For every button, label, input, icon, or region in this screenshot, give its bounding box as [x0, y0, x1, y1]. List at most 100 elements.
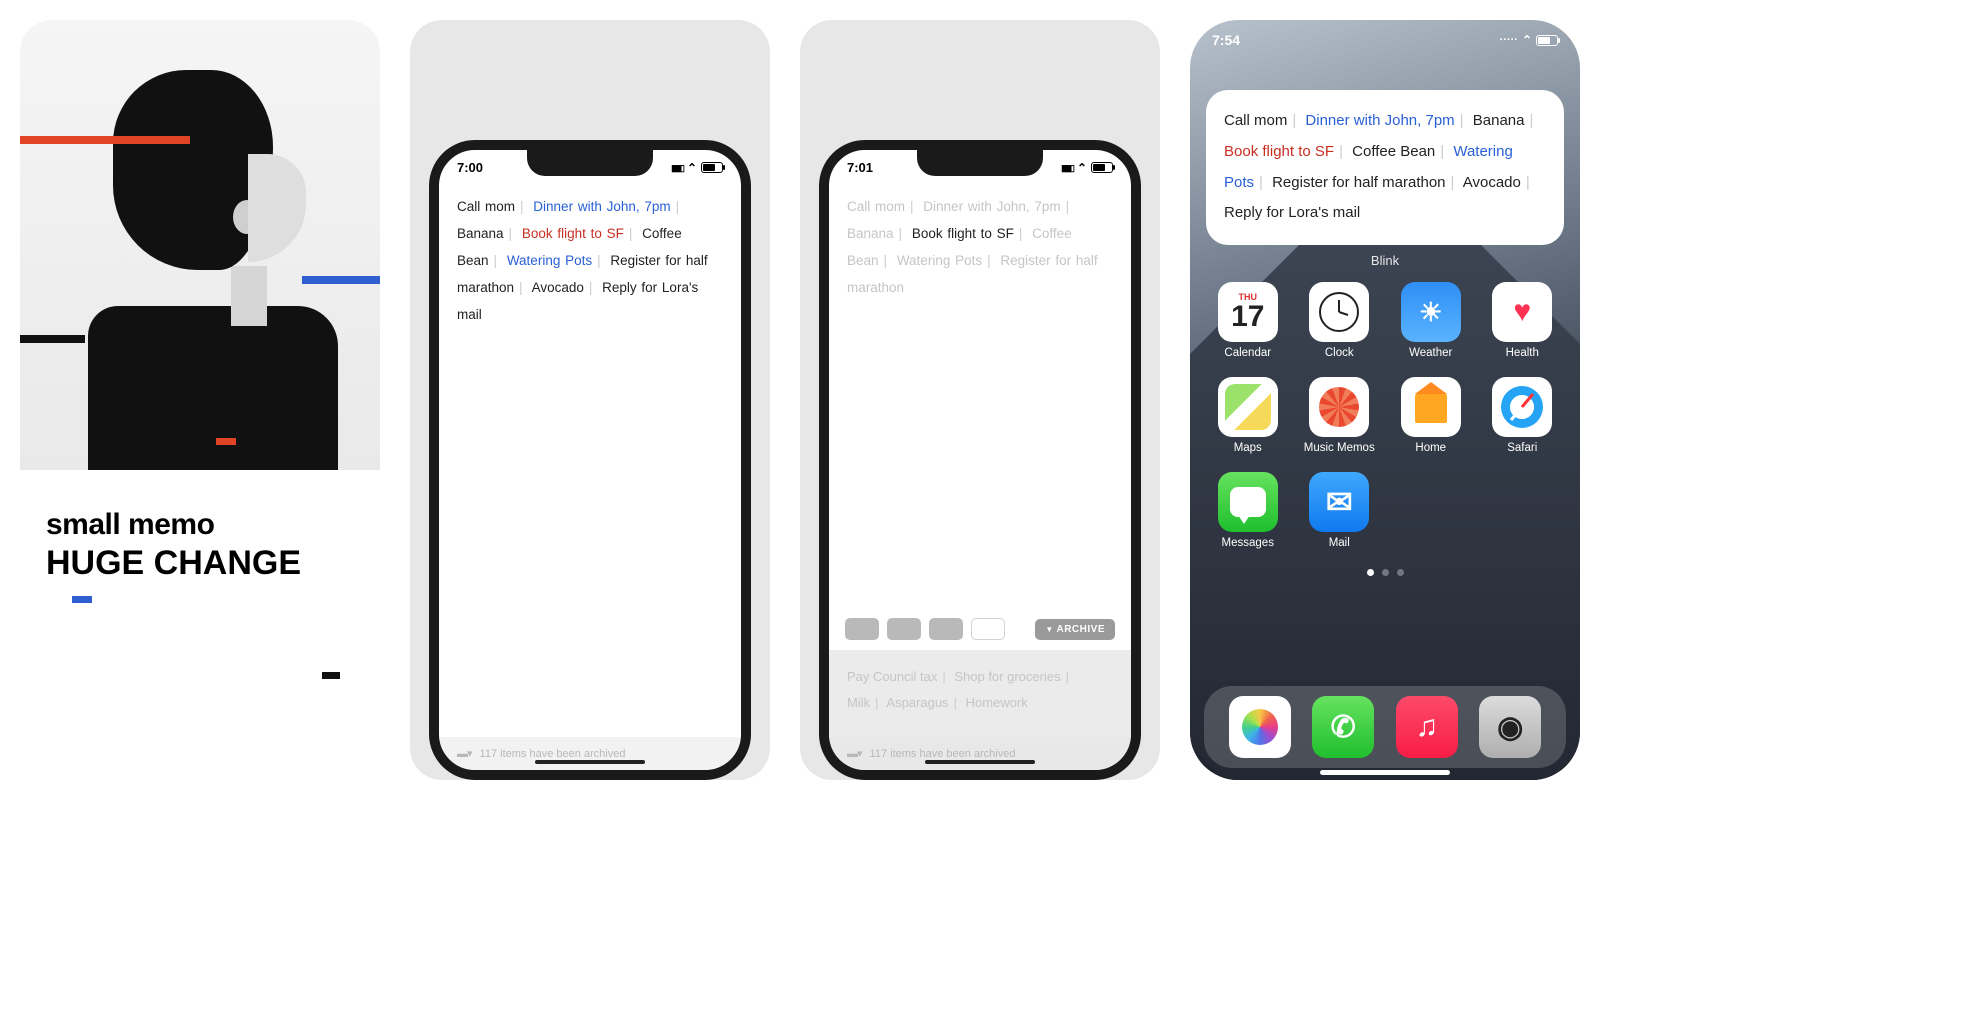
app-grid: THU17 Calendar Clock ☀︎ Weather ♥ Health…	[1190, 268, 1580, 549]
memo-item[interactable]: Milk	[847, 695, 870, 710]
app-messages[interactable]: Messages	[1208, 472, 1288, 549]
blink-widget[interactable]: Call mom| Dinner with John, 7pm| Banana|…	[1206, 90, 1564, 245]
app-label: Clock	[1325, 347, 1354, 359]
page-dot	[1367, 569, 1374, 576]
safari-icon	[1492, 377, 1552, 437]
clock-icon	[1309, 282, 1369, 342]
phone-notch	[527, 150, 653, 176]
health-icon: ♥	[1492, 282, 1552, 342]
home-icon	[1401, 377, 1461, 437]
memo-list[interactable]: Call mom| Dinner with John, 7pm| Banana|…	[439, 175, 741, 328]
memo-item[interactable]: Banana	[457, 226, 504, 241]
cellular-icon	[671, 162, 683, 174]
messages-icon	[1218, 472, 1278, 532]
archived-items: Pay Council tax| Shop for groceries| Mil…	[847, 664, 1113, 716]
home-indicator[interactable]	[1320, 770, 1450, 775]
app-home[interactable]: Home	[1391, 377, 1471, 454]
dock-camera[interactable]: ◉	[1479, 696, 1541, 758]
app-mail[interactable]: ✉︎ Mail	[1300, 472, 1380, 549]
app-weather[interactable]: ☀︎ Weather	[1391, 282, 1471, 359]
archive-footer-icon: ▬▾	[847, 747, 862, 760]
promo-line2: HUGE CHANGE	[46, 544, 354, 583]
accent-stripe-orange	[20, 136, 190, 144]
promo-line1: small memo	[46, 508, 354, 542]
memo-item[interactable]: Asparagus	[886, 695, 948, 710]
accent-stripe-blue	[302, 276, 380, 284]
app-label: Health	[1506, 347, 1539, 359]
dock: ✆ ♫ ◉	[1204, 686, 1566, 768]
status-time: 7:54	[1212, 32, 1240, 48]
memo-item[interactable]: Call mom	[1224, 112, 1287, 129]
page-indicator[interactable]	[1190, 569, 1580, 576]
memo-item[interactable]: Homework	[966, 695, 1028, 710]
cellular-icon	[1061, 162, 1073, 174]
status-bar: 7:54 ····· ⌃	[1190, 20, 1580, 48]
archive-toolbar: ARCHIVE	[829, 618, 1131, 640]
memo-item[interactable]: Dinner with John, 7pm	[1305, 112, 1454, 129]
format-button-2[interactable]	[887, 618, 921, 640]
cellular-icon: ·····	[1500, 34, 1518, 46]
dock-music[interactable]: ♫	[1396, 696, 1458, 758]
app-label: Music Memos	[1304, 442, 1375, 454]
memo-item[interactable]: Book flight to SF	[1224, 143, 1334, 160]
memo-item[interactable]: Dinner with John, 7pm	[533, 199, 670, 214]
accent-mini-black	[322, 672, 340, 679]
archive-button[interactable]: ARCHIVE	[1035, 619, 1115, 640]
memo-item[interactable]: Watering Pots	[507, 253, 592, 268]
accent-stripe-black	[20, 335, 85, 343]
memo-item[interactable]: Avocado	[1463, 174, 1521, 191]
home-indicator[interactable]	[925, 760, 1035, 764]
memo-item[interactable]: Avocado	[532, 280, 584, 295]
memo-item[interactable]: Pay Council tax	[847, 669, 937, 684]
app-maps[interactable]: Maps	[1208, 377, 1288, 454]
memo-item[interactable]: Reply for Lora's mail	[1224, 204, 1360, 221]
memo-item[interactable]: Call mom	[457, 199, 515, 214]
calendar-icon: THU17	[1218, 282, 1278, 342]
page-dot	[1397, 569, 1404, 576]
memo-item[interactable]: Register for half marathon	[1272, 174, 1445, 191]
wifi-icon: ⌃	[1522, 33, 1532, 47]
memo-item[interactable]: Call mom	[847, 199, 905, 214]
app-safari[interactable]: Safari	[1483, 377, 1563, 454]
page-dot	[1382, 569, 1389, 576]
app-music-memos[interactable]: Music Memos	[1300, 377, 1380, 454]
app-label: Weather	[1409, 347, 1452, 359]
archive-footer: ▬▾ 117 items have been archived	[439, 737, 741, 770]
app-label: Home	[1415, 442, 1446, 454]
phone-frame: 7:01 ⌃ Call mom| Dinner with John, 7pm| …	[819, 140, 1141, 780]
memo-item[interactable]: Shop for groceries	[954, 669, 1060, 684]
battery-icon	[701, 162, 723, 173]
format-button-3[interactable]	[929, 618, 963, 640]
format-button-4[interactable]	[971, 618, 1005, 640]
format-button-1[interactable]	[845, 618, 879, 640]
app-label: Maps	[1234, 442, 1262, 454]
maps-icon	[1218, 377, 1278, 437]
app-health[interactable]: ♥ Health	[1483, 282, 1563, 359]
app-label: Messages	[1222, 537, 1274, 549]
phone-panel-archive: 7:01 ⌃ Call mom| Dinner with John, 7pm| …	[800, 20, 1160, 780]
memo-item[interactable]: Dinner with John, 7pm	[923, 199, 1060, 214]
mail-icon: ✉︎	[1309, 472, 1369, 532]
app-calendar[interactable]: THU17 Calendar	[1208, 282, 1288, 359]
memo-item[interactable]: Book flight to SF	[522, 226, 624, 241]
home-indicator[interactable]	[535, 760, 645, 764]
dock-photos[interactable]	[1229, 696, 1291, 758]
memo-item[interactable]: Watering Pots	[897, 253, 982, 268]
memo-item[interactable]: Banana	[847, 226, 894, 241]
promo-photo	[20, 20, 380, 470]
accent-mini-orange	[216, 438, 236, 445]
memo-list[interactable]: Call mom| Dinner with John, 7pm| Banana|…	[829, 175, 1131, 301]
app-clock[interactable]: Clock	[1300, 282, 1380, 359]
memo-item[interactable]: Book flight to SF	[912, 226, 1014, 241]
dock-phone[interactable]: ✆	[1312, 696, 1374, 758]
status-icons: ····· ⌃	[1500, 32, 1558, 48]
app-label: Safari	[1507, 442, 1537, 454]
app-label: Mail	[1329, 537, 1350, 549]
music-memos-icon	[1309, 377, 1369, 437]
memo-item[interactable]: Coffee Bean	[1352, 143, 1435, 160]
memo-item[interactable]: Banana	[1473, 112, 1525, 129]
homescreen-panel: 7:54 ····· ⌃ Call mom| Dinner with John,…	[1190, 20, 1580, 780]
phone-frame: 7:00 ⌃ Call mom| Dinner with John, 7pm| …	[429, 140, 751, 780]
weather-icon: ☀︎	[1401, 282, 1461, 342]
status-icons: ⌃	[671, 160, 723, 175]
